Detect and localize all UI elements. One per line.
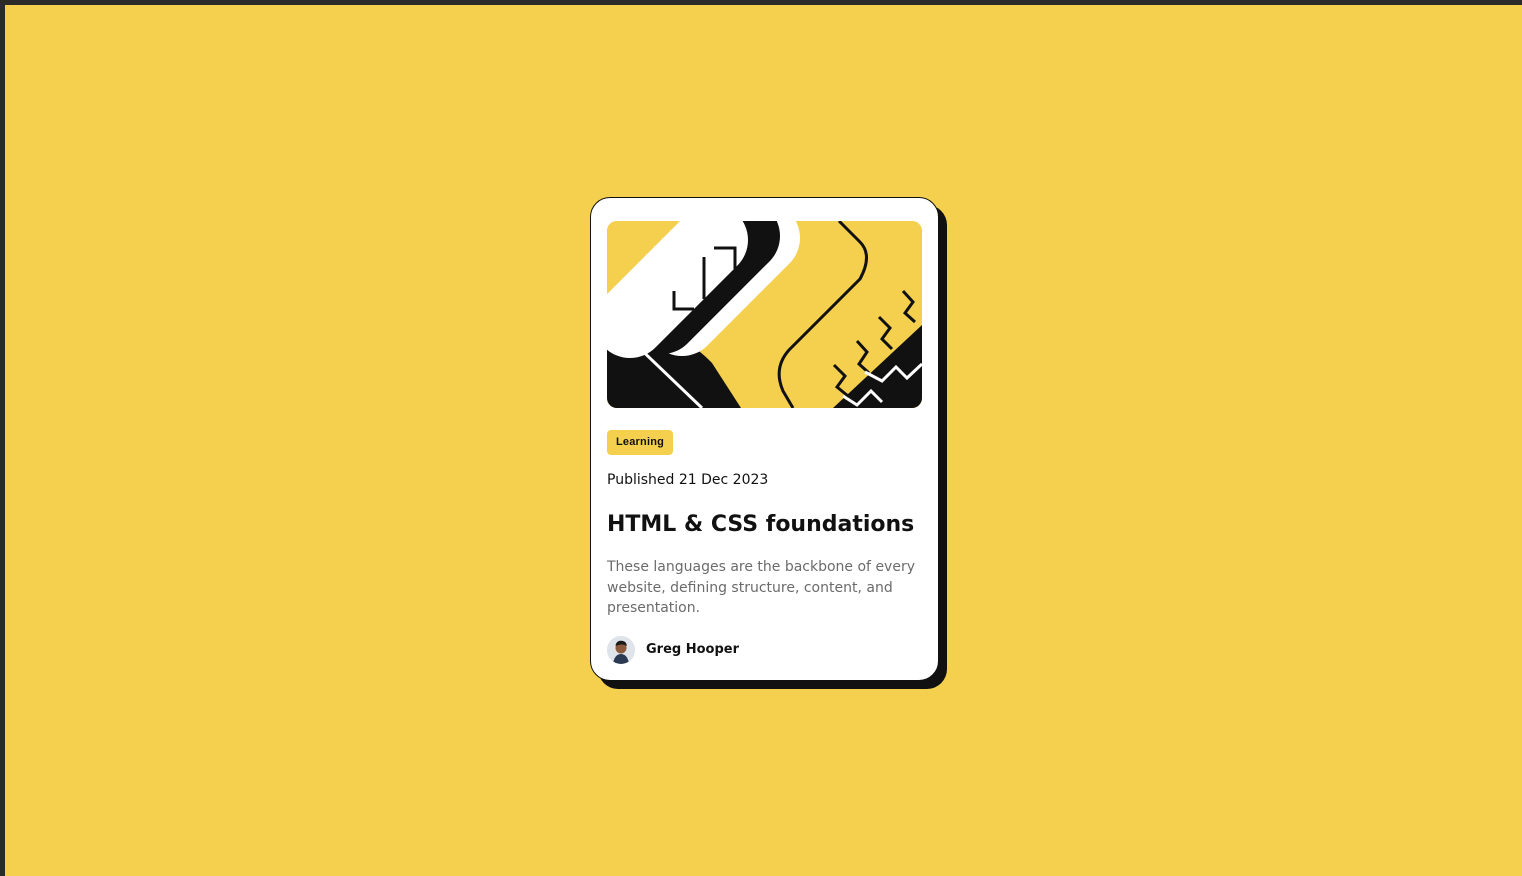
category-tag: Learning xyxy=(607,430,674,455)
published-date: Published 21 Dec 2023 xyxy=(607,472,769,488)
card-title[interactable]: HTML & CSS foundations xyxy=(607,510,922,540)
author: Greg Hooper xyxy=(607,636,739,664)
author-name: Greg Hooper xyxy=(646,642,740,657)
page-background: Learning Published 21 Dec 2023 HTML & CS… xyxy=(5,5,1522,876)
abstract-illustration-icon xyxy=(607,221,922,408)
blog-preview-card[interactable]: Learning Published 21 Dec 2023 HTML & CS… xyxy=(590,197,939,681)
card-description: These languages are the backbone of ever… xyxy=(607,559,915,616)
person-avatar-icon xyxy=(607,636,635,664)
